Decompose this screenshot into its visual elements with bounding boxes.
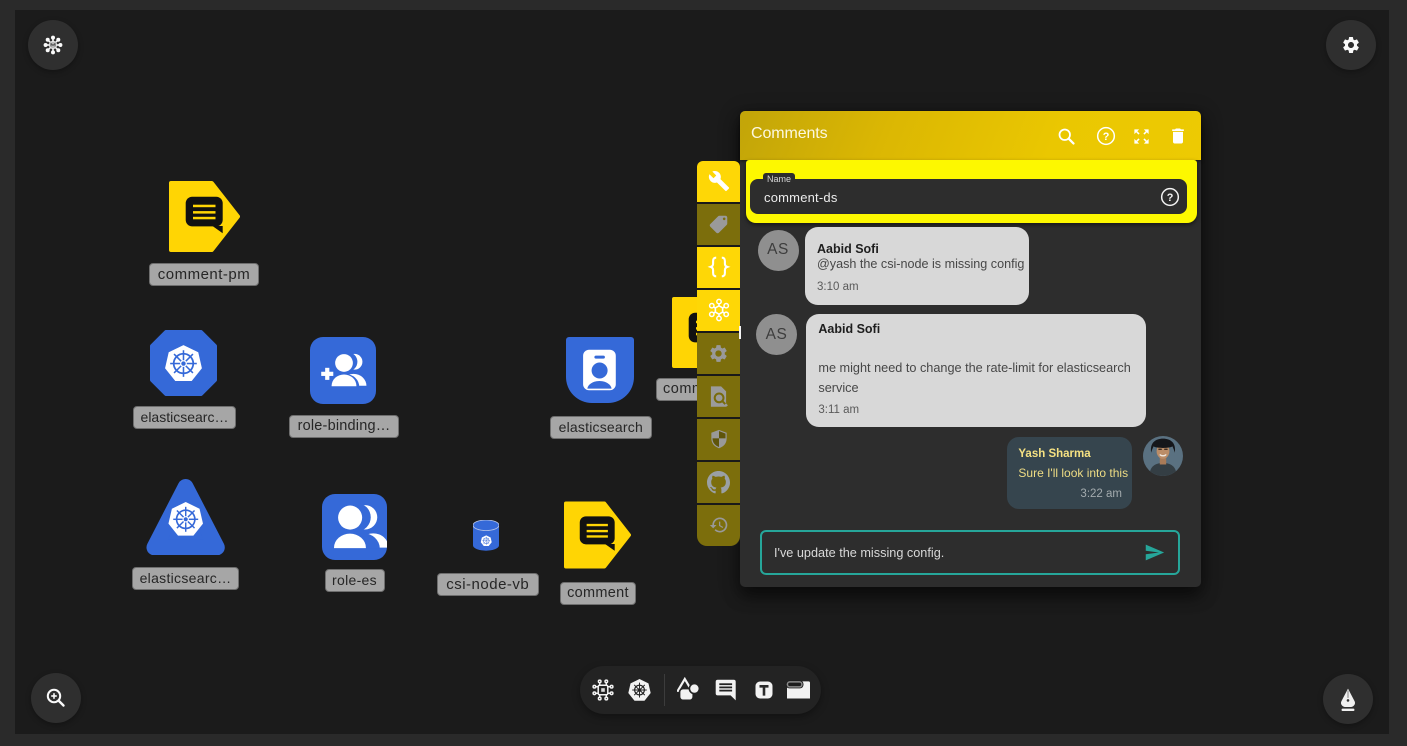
svg-text:?: ?	[1103, 131, 1110, 143]
svg-text:?: ?	[1167, 192, 1174, 204]
